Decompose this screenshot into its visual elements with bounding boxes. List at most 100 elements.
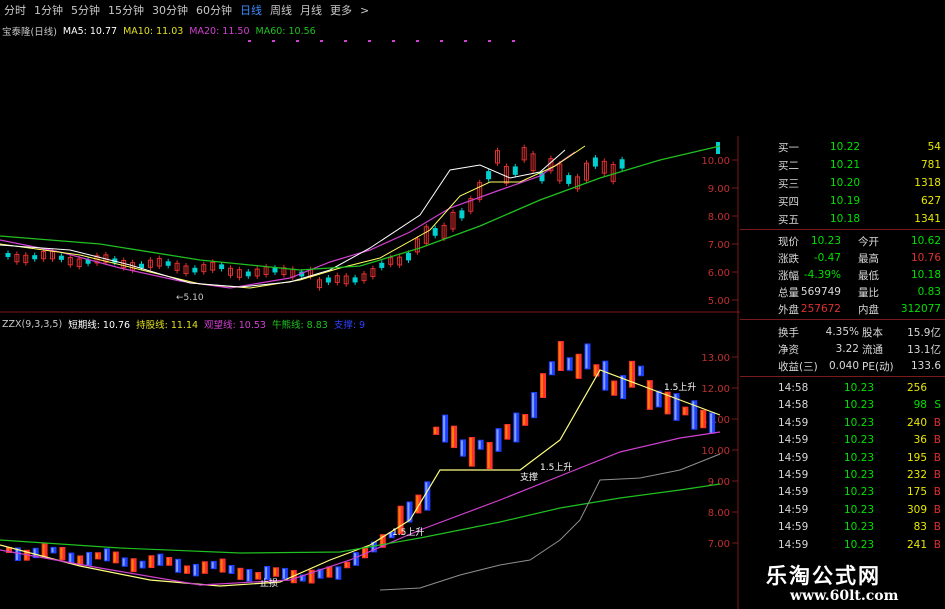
- tick-time: 14:59: [778, 451, 809, 464]
- candle-body: [432, 228, 438, 236]
- zzx-bar-highlight: [336, 567, 339, 579]
- tick-volume: 175: [906, 486, 927, 499]
- price-axis-label: 8.00: [708, 212, 730, 223]
- quote-value: 257672: [800, 303, 841, 315]
- zzx-bar-highlight: [185, 566, 187, 573]
- zzx-bar-highlight: [158, 554, 161, 565]
- orderbook-volume: 781: [920, 159, 941, 171]
- finance-row: 换手 4.35% 股本 15.9亿: [740, 323, 945, 341]
- orderbook-label: 买三: [778, 177, 799, 190]
- zzx-bar-highlight: [425, 482, 428, 510]
- zzx-bar-highlight: [496, 429, 499, 451]
- zzx-bar-highlight: [487, 442, 490, 469]
- tick-side: B: [933, 538, 941, 551]
- finance-label: 换手: [778, 326, 799, 339]
- zzx-bar-highlight: [541, 374, 543, 397]
- event-marker: [416, 40, 419, 42]
- tick-volume: 195: [906, 451, 927, 464]
- quote-label: 总量: [778, 286, 799, 299]
- tick-time: 14:59: [778, 503, 809, 516]
- zzx-bar-highlight: [514, 413, 517, 442]
- orderbook-volume: 627: [920, 195, 941, 207]
- zzx-bar-highlight: [630, 361, 632, 387]
- orderbook-volume: 54: [927, 141, 941, 153]
- zzx-bar-highlight: [42, 544, 45, 557]
- zzx-bar-highlight: [558, 342, 561, 371]
- zzx-bar-highlight: [78, 556, 81, 565]
- sub-axis-label: 9.00: [708, 477, 730, 488]
- orderbook-price: 10.19: [830, 195, 861, 207]
- tick-volume: 240: [906, 416, 927, 429]
- zzx-support-line: [379, 453, 721, 591]
- orderbook-price: 10.18: [830, 213, 861, 225]
- event-marker: [464, 40, 467, 42]
- candle-body: [32, 255, 38, 260]
- tick-volume: 232: [906, 469, 927, 481]
- zzx-bull-bear-line: [0, 483, 721, 554]
- tick-side: B: [933, 451, 941, 464]
- finance-row: 净资 3.22 流通 13.1亿: [740, 340, 945, 358]
- tick-side: B: [933, 469, 941, 481]
- candle-body: [272, 267, 278, 273]
- zzx-bar-highlight: [576, 354, 579, 378]
- orderbook-row: 买四 10.19 627: [740, 192, 945, 210]
- tick-side: B: [933, 503, 941, 516]
- tick-row: 14:59 10.23 175 B: [740, 483, 945, 501]
- zzx-bar-highlight: [167, 557, 170, 565]
- zzx-bar-highlight: [710, 413, 713, 433]
- quote-value: -0.47: [813, 252, 841, 264]
- tick-side: B: [933, 434, 941, 447]
- zzx-bar-highlight: [585, 344, 588, 369]
- zzx-bar-highlight: [122, 558, 125, 566]
- tick-side: S: [934, 399, 941, 412]
- zzx-annotation: 止损: [260, 577, 278, 589]
- zzx-bar-highlight: [140, 561, 143, 568]
- candle-body: [192, 267, 198, 273]
- zzx-bar-highlight: [683, 407, 686, 415]
- orderbook-label: 买一: [778, 141, 799, 154]
- quote-row: 涨跌 -0.47 最高 10.76: [740, 249, 945, 267]
- quote-panel: 买一 10.22 54 买二 10.21 781 买三 10.20 1318 买四 10.19 627…: [740, 136, 945, 609]
- zzx-bar-highlight: [443, 415, 446, 442]
- zzx-bar-highlight: [452, 426, 454, 448]
- tick-volume: 256: [906, 382, 927, 394]
- tick-time: 14:59: [778, 434, 809, 447]
- quote-label: 涨幅: [778, 269, 799, 282]
- finance-label: 收益(三): [778, 360, 818, 373]
- zzx-bar-highlight: [238, 568, 241, 579]
- zzx-bar-highlight: [345, 562, 348, 568]
- kline-chart-area[interactable]: 10.009.008.007.006.005.0013.0012.0011.00…: [0, 0, 745, 609]
- tick-time: 14:59: [778, 538, 809, 551]
- finance-value-2: 15.9亿: [907, 326, 941, 339]
- zzx-bar-highlight: [701, 410, 704, 428]
- tick-row: 14:59 10.23 232 B: [740, 466, 945, 484]
- finance-value: 3.22: [835, 343, 859, 355]
- quote-label-2: 量比: [858, 286, 879, 299]
- tick-side: B: [933, 521, 941, 534]
- zzx-annotation: 1.5上升: [392, 527, 424, 538]
- zzx-watch-line: [0, 431, 721, 586]
- tick-time: 14:59: [778, 416, 809, 429]
- quote-label-2: 今开: [858, 235, 879, 248]
- quote-label-2: 内盘: [858, 303, 879, 316]
- quote-row: 涨幅 -4.39% 最低 10.18: [740, 266, 945, 284]
- zzx-bar-highlight: [460, 440, 463, 456]
- tick-volume: 309: [906, 503, 927, 516]
- zzx-bar-highlight: [211, 561, 214, 569]
- quote-label-2: 最高: [858, 252, 879, 265]
- zzx-annotation: 支撑: [520, 471, 538, 483]
- tick-row: 14:59 10.23 241 B: [740, 536, 945, 554]
- low-price-label: ←5.10: [176, 293, 204, 303]
- zzx-bar-highlight: [647, 381, 650, 409]
- zzx-bar-highlight: [131, 559, 134, 572]
- orderbook-volume: 1341: [914, 213, 941, 225]
- zzx-bar-highlight: [478, 440, 481, 449]
- candle-body: [379, 262, 385, 268]
- quote-label: 外盘: [778, 303, 799, 316]
- sub-axis-label: 8.00: [708, 508, 730, 519]
- tick-time: 14:58: [778, 382, 809, 394]
- quote-value: -4.39%: [803, 269, 841, 281]
- tick-time: 14:59: [778, 521, 809, 534]
- zzx-bar-highlight: [69, 553, 72, 563]
- candle-body: [566, 175, 572, 184]
